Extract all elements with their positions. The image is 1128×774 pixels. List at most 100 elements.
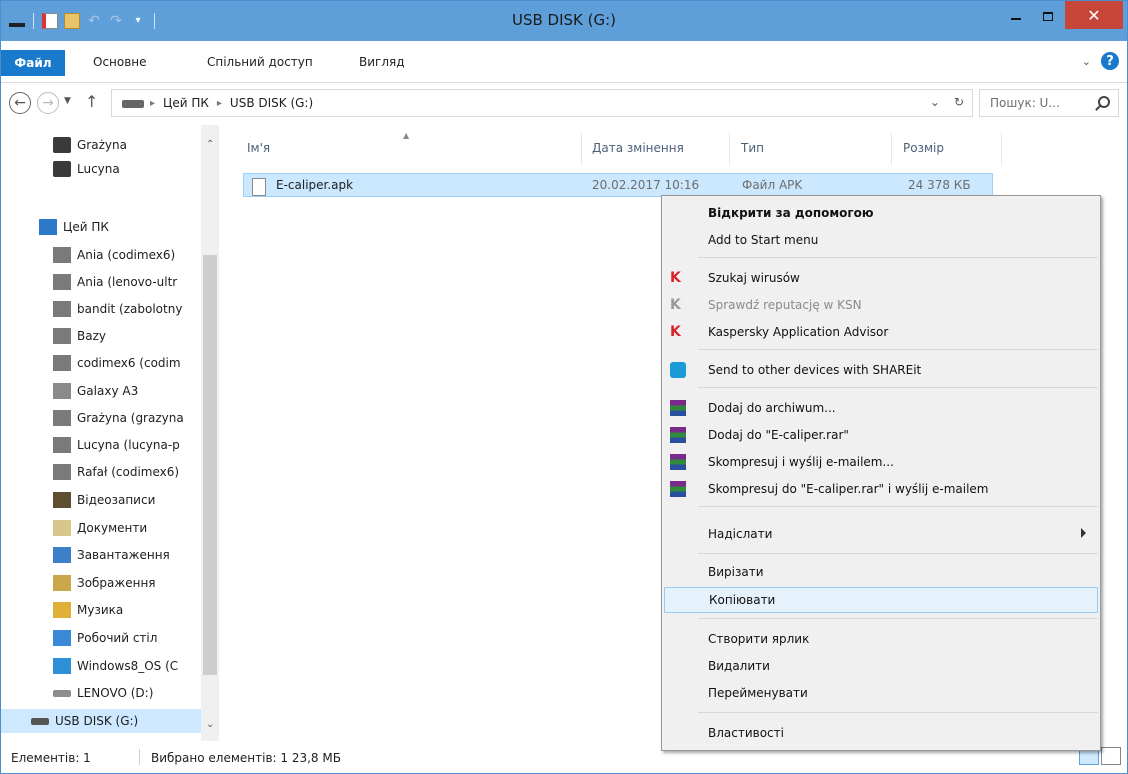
column-header-name[interactable]: Ім'я [247,141,270,155]
large-icons-view-icon[interactable] [1101,747,1121,765]
file-date: 20.02.2017 10:16 [592,178,700,192]
context-menu: Відкрити за допомогою Add to Start menu … [661,195,1101,751]
menu-item-create-shortcut[interactable]: Створити ярлик [664,626,1098,652]
breadcrumb-usb-disk[interactable]: USB DISK (G:) [230,96,313,110]
sidebar-item[interactable]: Rafał (codimex6) [1,460,201,484]
file-name: E-caliper.apk [276,178,354,192]
maximize-button[interactable] [1033,1,1063,31]
menu-item-kaspersky-advisor[interactable]: K Kaspersky Application Advisor [664,319,1098,345]
search-icon[interactable] [1098,96,1110,108]
sidebar-item[interactable]: Galaxy A3 [1,379,201,403]
usb-drive-icon [31,717,49,725]
network-drive-icon [53,274,71,290]
windows-drive-icon [53,658,71,674]
drive-icon [53,689,71,697]
menu-item-rename[interactable]: Перейменувати [664,680,1098,706]
sidebar-item-label: Зображення [77,576,156,590]
sidebar-item[interactable]: Grażyna (grazyna [1,406,201,430]
sidebar-item[interactable]: Музика [1,598,201,622]
sidebar-item-label: codimex6 (codim [77,356,181,370]
sidebar-item-label: Rafał (codimex6) [77,465,180,479]
address-bar[interactable]: ▸ Цей ПК ▸ USB DISK (G:) ⌄ ↻ [111,89,973,117]
sidebar-item[interactable]: USB DISK (G:) [1,709,201,733]
close-icon: ✕ [1087,5,1101,25]
recent-locations-button[interactable]: ▼ [64,96,71,106]
menu-item-compress-email[interactable]: Skompresuj i wyślij e-mailem... [664,449,1098,475]
sidebar-item[interactable]: Lucyna [1,157,201,181]
column-header-date[interactable]: Дата змінення [592,141,684,155]
sidebar-item-label: Цей ПК [63,220,109,234]
tab-share[interactable]: Спільний доступ [207,55,313,69]
sidebar-item[interactable]: Робочий стіл [1,626,201,650]
sidebar-item[interactable]: Зображення [1,571,201,595]
sidebar-item-label: Bazy [77,329,106,343]
menu-item-check-reputation: K Sprawdź reputację w KSN [670,297,862,313]
column-header-size[interactable]: Розмір [903,141,944,155]
network-drive-icon [53,355,71,371]
sidebar-item[interactable]: Bazy [1,324,201,348]
forward-button[interactable]: → [37,92,59,114]
menu-item-send-to[interactable]: Надіслати [664,521,1098,547]
tab-file[interactable]: Файл [1,50,65,76]
menu-item-copy[interactable]: Копіювати [664,587,1098,613]
sidebar-item[interactable]: Відеозаписи [1,488,201,512]
sidebar-item[interactable]: Windows8_OS (C [1,654,201,678]
close-button[interactable]: ✕ [1065,1,1123,29]
up-button[interactable]: ↑ [85,92,98,111]
expand-ribbon-icon[interactable]: ⌄ [1082,55,1091,68]
sidebar-item[interactable]: LENOVO (D:) [1,681,201,705]
shareit-icon [670,362,686,378]
menu-item-add-to-rar[interactable]: Dodaj do "E-caliper.rar" [664,422,1098,448]
arrow-right-icon: → [42,95,54,111]
ribbon-tabs: Файл Основне Спільний доступ Вигляд ⌄ ? [1,41,1127,83]
search-placeholder: Пошук: U... [990,96,1060,110]
sidebar-item[interactable]: bandit (zabolotny [1,297,201,321]
sidebar-item-label: Grażyna (grazyna [77,411,184,425]
sidebar-item[interactable]: Ania (lenovo-ultr [1,270,201,294]
scroll-up-icon[interactable]: ⌃ [206,139,214,150]
sidebar-item[interactable]: Завантаження [1,543,201,567]
back-button[interactable]: ← [9,92,31,114]
scroll-thumb[interactable] [203,255,217,675]
network-drive-icon [53,410,71,426]
menu-item-delete[interactable]: Видалити [664,653,1098,679]
sidebar-item[interactable]: Цей ПК [1,215,201,239]
sidebar-item[interactable]: codimex6 (codim [1,351,201,375]
menu-item-add-to-archive[interactable]: Dodaj do archiwum... [664,395,1098,421]
menu-item-scan-viruses[interactable]: K Szukaj wirusów [664,265,1098,291]
breadcrumb-separator-icon[interactable]: ▸ [217,98,222,109]
menu-item-cut[interactable]: Вирізати [664,559,1098,585]
breadcrumb-separator-icon[interactable]: ▸ [150,98,155,109]
arrow-up-icon: ↑ [85,92,99,111]
nav-scrollbar[interactable]: ⌃ ⌄ [201,125,219,741]
tab-view[interactable]: Вигляд [359,55,405,69]
sidebar-item[interactable]: Ania (codimex6) [1,243,201,267]
table-row[interactable]: E-caliper.apk 20.02.2017 10:16 Файл APK … [243,173,993,197]
title-bar[interactable]: ↶ ↷ ▾ USB DISK (G:) ✕ [1,1,1127,41]
phone-icon [53,383,71,399]
computer-icon [39,219,57,235]
network-drive-icon [53,247,71,263]
navigation-pane: Grażyna Lucyna Цей ПК Ania (codimex6) Ania (… [1,125,219,741]
tab-home[interactable]: Основне [93,55,147,69]
sidebar-item-label: Galaxy A3 [77,384,139,398]
column-header-type[interactable]: Тип [741,141,764,155]
help-icon[interactable]: ? [1101,52,1119,70]
sidebar-item[interactable]: Документи [1,516,201,540]
refresh-icon[interactable]: ↻ [954,95,964,109]
sidebar-item[interactable]: Lucyna (lucyna-p [1,433,201,457]
user-icon [53,137,71,153]
menu-item-open-with[interactable]: Відкрити за допомогою [664,200,1098,226]
scroll-down-icon[interactable]: ⌄ [206,719,214,730]
menu-item-properties[interactable]: Властивості [664,720,1098,746]
menu-item-compress-rar-email[interactable]: Skompresuj do "E-caliper.rar" i wyślij e… [664,476,1098,502]
menu-item-add-to-start[interactable]: Add to Start menu [664,227,1098,253]
address-history-icon[interactable]: ⌄ [930,95,940,109]
breadcrumb-this-pc[interactable]: Цей ПК [163,96,209,110]
search-input[interactable]: Пошук: U... [979,89,1119,117]
minimize-button[interactable] [1001,1,1031,31]
sidebar-item-label: Музика [77,603,124,617]
menu-item-shareit[interactable]: Send to other devices with SHAREit [664,357,1098,383]
sidebar-item[interactable]: Grażyna [1,133,201,157]
sidebar-item-label: Робочий стіл [77,631,158,645]
